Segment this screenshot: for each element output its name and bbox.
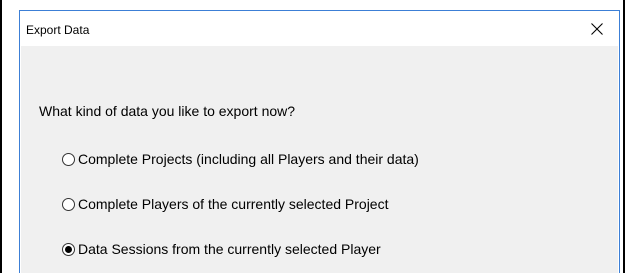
close-icon — [591, 23, 603, 35]
screenshot-frame: Export Data What kind of data you like t… — [0, 0, 625, 273]
dialog-title: Export Data — [26, 23, 90, 37]
radio-option-complete-projects[interactable]: Complete Projects (including all Players… — [62, 150, 419, 168]
export-question-label: What kind of data you like to export now… — [39, 103, 296, 119]
radio-button-icon[interactable] — [62, 197, 75, 211]
dialog-content: What kind of data you like to export now… — [21, 46, 618, 273]
radio-option-label: Data Sessions from the currently selecte… — [78, 241, 381, 257]
radio-button-checked-icon[interactable] — [62, 242, 75, 256]
radio-option-label: Complete Players of the currently select… — [78, 196, 389, 212]
radio-option-data-sessions[interactable]: Data Sessions from the currently selecte… — [62, 240, 381, 258]
radio-button-icon[interactable] — [62, 152, 75, 166]
radio-option-complete-players[interactable]: Complete Players of the currently select… — [62, 195, 388, 213]
close-button[interactable] — [574, 11, 619, 46]
dialog-titlebar[interactable]: Export Data — [20, 11, 619, 46]
export-data-dialog: Export Data What kind of data you like t… — [19, 10, 620, 273]
radio-option-label: Complete Projects (including all Players… — [78, 151, 419, 167]
outer-left-border — [0, 0, 2, 273]
